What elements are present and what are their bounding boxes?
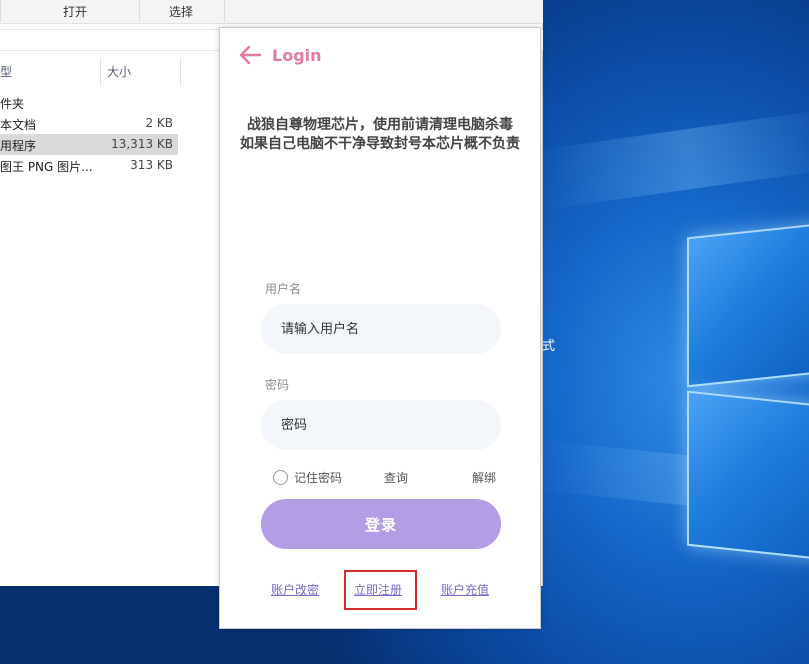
explorer-toolbar: 打开 选择 [0,0,543,24]
notice-text: 战狼自尊物理芯片，使用前请清理电脑杀毒 如果自己电脑不干净导致封号本芯片概不负责 [220,116,540,154]
file-type-text: 用程序 [0,139,37,153]
username-input[interactable] [261,304,501,354]
notice-line-2: 如果自己电脑不干净导致封号本芯片概不负责 [240,136,520,152]
file-size-text: 2 KB [145,116,173,130]
file-type-text: 图王 PNG 图片... [0,160,93,174]
remember-password-label: 记住密码 [294,470,343,485]
file-type-text: 本文档 [0,118,37,132]
login-title: Login [272,46,322,65]
file-row-selected[interactable]: 用程序 13,313 KB [0,134,178,155]
register-highlight-box [344,570,417,610]
file-size-text: 13,313 KB [111,137,173,151]
windows-logo-pane-top [687,222,809,388]
recharge-link[interactable]: 账户充值 [441,581,489,598]
change-password-link[interactable]: 账户改密 [271,581,319,598]
unbind-link[interactable]: 解绑 [472,469,496,486]
radio-circle-icon[interactable] [273,469,288,485]
file-type-text: 件夹 [0,97,25,111]
file-size-text: 313 KB [130,158,173,172]
notice-line-1: 战狼自尊物理芯片，使用前请清理电脑杀毒 [247,117,513,133]
column-header-size[interactable]: 大小 [107,63,131,80]
arrow-left-icon[interactable] [238,45,262,65]
file-row[interactable]: 图王 PNG 图片... 313 KB [0,155,178,176]
file-row[interactable]: 本文档 2 KB [0,113,178,134]
login-button[interactable]: 登录 [261,499,501,549]
username-label: 用户名 [265,282,302,296]
select-button[interactable]: 选择 [169,3,193,20]
remember-password-checkbox[interactable]: 记住密码 [273,468,342,486]
query-link[interactable]: 查询 [384,469,408,486]
windows-logo-pane-bottom [687,390,809,561]
column-header-type[interactable]: 型 [0,63,12,80]
open-button[interactable]: 打开 [63,3,87,20]
password-input[interactable] [261,400,501,450]
desktop-partial-text: 式 [542,339,556,354]
password-label: 密码 [265,378,290,392]
login-dialog: Login 战狼自尊物理芯片，使用前请清理电脑杀毒 如果自己电脑不干净导致封号本… [219,27,541,629]
file-row[interactable]: 件夹 [0,92,178,113]
